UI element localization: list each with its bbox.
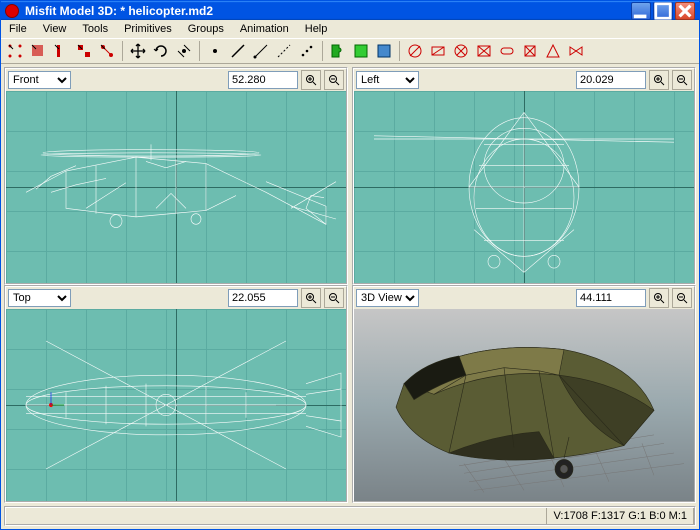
points-tool-icon[interactable]: [297, 41, 317, 61]
zoom-in-c-icon[interactable]: [301, 288, 321, 308]
menu-view[interactable]: View: [35, 20, 75, 38]
menu-animation[interactable]: Animation: [232, 20, 297, 38]
circle-x-icon[interactable]: [451, 41, 471, 61]
maximize-button[interactable]: [653, 2, 673, 20]
dot-tool-icon[interactable]: [205, 41, 225, 61]
rect-x-icon[interactable]: [474, 41, 494, 61]
select-faces-icon[interactable]: [28, 41, 48, 61]
window-title: Misfit Model 3D: * helicopter.md2: [25, 4, 631, 18]
status-info: V:1708 F:1317 G:1 B:0 M:1: [547, 508, 694, 524]
triangle-icon[interactable]: [543, 41, 563, 61]
viewport-front[interactable]: [6, 91, 346, 283]
view-value-b[interactable]: [576, 71, 646, 89]
zoom-out-a-icon[interactable]: [324, 70, 344, 90]
zoom-out-c-icon[interactable]: [324, 288, 344, 308]
viewport-3d[interactable]: [354, 309, 694, 501]
circle-slash-icon[interactable]: [405, 41, 425, 61]
menu-groups[interactable]: Groups: [180, 20, 232, 38]
close-button[interactable]: [675, 2, 695, 20]
menu-help[interactable]: Help: [297, 20, 336, 38]
select-conn-icon[interactable]: [97, 41, 117, 61]
menu-primitives[interactable]: Primitives: [116, 20, 180, 38]
select-verts-icon[interactable]: [5, 41, 25, 61]
scale-tool-icon[interactable]: [174, 41, 194, 61]
zoom-out-b-icon[interactable]: [672, 70, 692, 90]
view-select-a[interactable]: FrontLeftTop3D ViewBackRightBottom: [8, 71, 71, 89]
menu-tools[interactable]: Tools: [74, 20, 116, 38]
zoom-in-d-icon[interactable]: [649, 288, 669, 308]
puzzle-tool-icon[interactable]: [328, 41, 348, 61]
view-panel-left: FrontLeftTop3D ViewBackRightBottom: [352, 67, 696, 285]
move-tool-icon[interactable]: [128, 41, 148, 61]
view-value-d[interactable]: [576, 289, 646, 307]
menu-file[interactable]: File: [1, 20, 35, 38]
titlebar: Misfit Model 3D: * helicopter.md2: [1, 1, 699, 20]
view-value-a[interactable]: [228, 71, 298, 89]
box-green-icon[interactable]: [351, 41, 371, 61]
view-select-b[interactable]: FrontLeftTop3D ViewBackRightBottom: [356, 71, 419, 89]
statusbar: V:1708 F:1317 G:1 B:0 M:1: [4, 506, 696, 526]
select-group-icon[interactable]: [74, 41, 94, 61]
view-select-d[interactable]: FrontLeftTop3D ViewBackRightBottom: [356, 289, 419, 307]
workspace: FrontLeftTop3D ViewBackRightBottom: [1, 64, 699, 506]
zoom-in-a-icon[interactable]: [301, 70, 321, 90]
select-loop-icon[interactable]: [51, 41, 71, 61]
box-blue-icon[interactable]: [374, 41, 394, 61]
rect-slash-icon[interactable]: [428, 41, 448, 61]
rotate-tool-icon[interactable]: [151, 41, 171, 61]
pencil-tool-icon[interactable]: [251, 41, 271, 61]
toolbar: [1, 39, 699, 64]
view-panel-front: FrontLeftTop3D ViewBackRightBottom: [4, 67, 348, 285]
status-main: [6, 508, 547, 524]
view-value-c[interactable]: [228, 289, 298, 307]
capsule-icon[interactable]: [497, 41, 517, 61]
app-icon: [5, 4, 19, 18]
square-x-icon[interactable]: [520, 41, 540, 61]
viewport-left[interactable]: [354, 91, 694, 283]
view-select-c[interactable]: FrontLeftTop3D ViewBackRightBottom: [8, 289, 71, 307]
zoom-in-b-icon[interactable]: [649, 70, 669, 90]
view-panel-3d: FrontLeftTop3D ViewBackRightBottom: [352, 285, 696, 503]
minimize-button[interactable]: [631, 2, 651, 20]
viewport-top[interactable]: [6, 309, 346, 501]
zoom-out-d-icon[interactable]: [672, 288, 692, 308]
line-tool-icon[interactable]: [228, 41, 248, 61]
dashed-tool-icon[interactable]: [274, 41, 294, 61]
bowtie-icon[interactable]: [566, 41, 586, 61]
view-panel-top: FrontLeftTop3D ViewBackRightBottom: [4, 285, 348, 503]
menubar: File View Tools Primitives Groups Animat…: [1, 20, 699, 39]
